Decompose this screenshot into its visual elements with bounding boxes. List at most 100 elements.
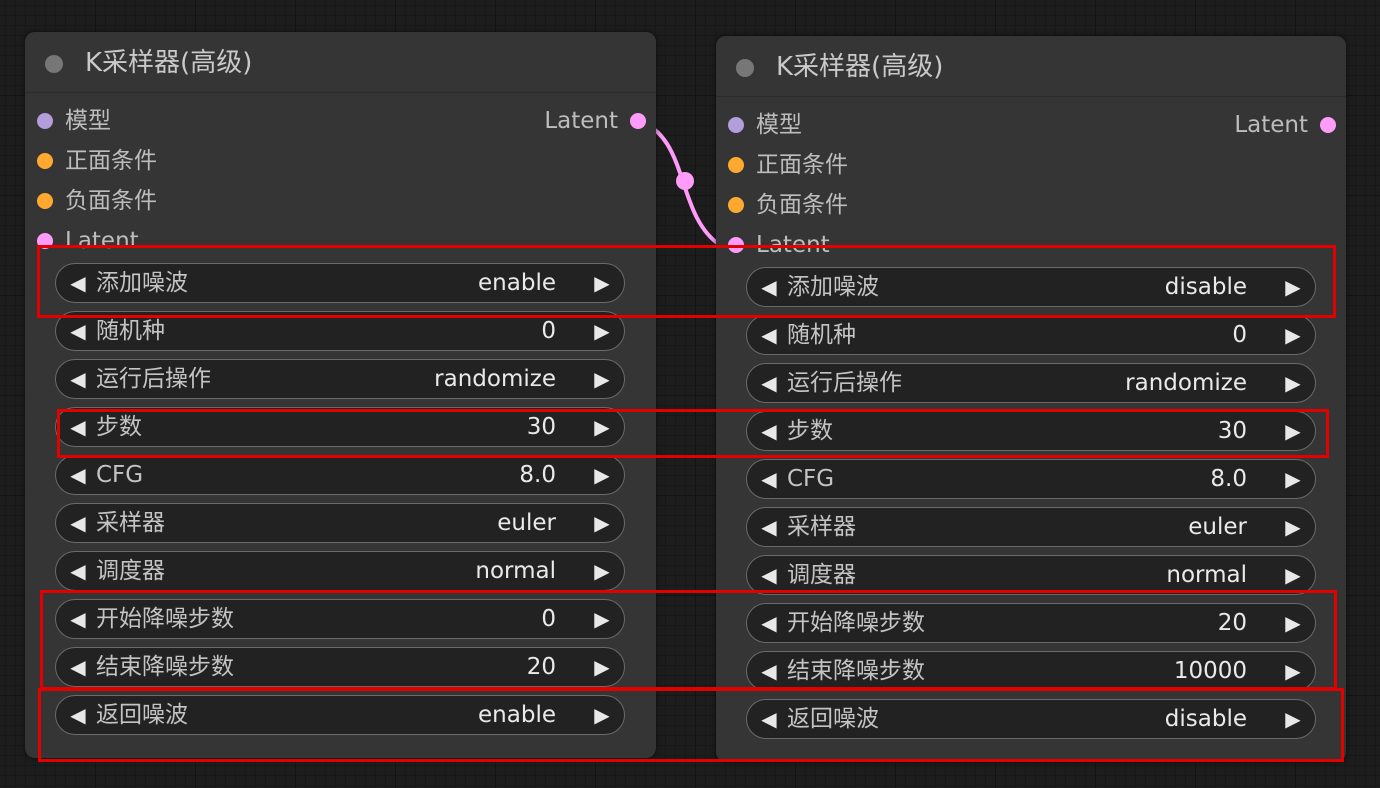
increment-arrow-icon[interactable]: ▶ xyxy=(1279,556,1307,594)
node-title: K采样器(高级) xyxy=(776,52,944,82)
conditioning-slot-dot-icon[interactable] xyxy=(37,153,53,169)
widget-label: 添加噪波 xyxy=(787,274,879,300)
increment-arrow-icon[interactable]: ▶ xyxy=(1279,508,1307,546)
increment-arrow-icon[interactable]: ▶ xyxy=(588,696,616,734)
widget-seed[interactable]: ◀ 随机种 0 ▶ xyxy=(55,311,625,351)
increment-arrow-icon[interactable]: ▶ xyxy=(588,360,616,398)
widget-label: 采样器 xyxy=(787,514,856,540)
decrement-arrow-icon[interactable]: ◀ xyxy=(755,316,783,354)
widget-start-step[interactable]: ◀ 开始降噪步数 0 ▶ xyxy=(55,599,625,639)
decrement-arrow-icon[interactable]: ◀ xyxy=(64,264,92,302)
decrement-arrow-icon[interactable]: ◀ xyxy=(755,268,783,306)
slot-label: Latent xyxy=(544,108,618,134)
latent-slot-dot-icon[interactable] xyxy=(37,233,53,249)
decrement-arrow-icon[interactable]: ◀ xyxy=(64,648,92,686)
ksampler-advanced-node-left[interactable]: K采样器(高级) 模型 Latent 正面条件 负面条件 Latent ◀ 添加… xyxy=(25,32,656,758)
node-title: K采样器(高级) xyxy=(85,48,253,78)
decrement-arrow-icon[interactable]: ◀ xyxy=(755,652,783,690)
widget-start-step[interactable]: ◀ 开始降噪步数 20 ▶ xyxy=(746,603,1316,643)
latent-slot-dot-icon[interactable] xyxy=(630,113,646,129)
widget-steps[interactable]: ◀ 步数 30 ▶ xyxy=(55,407,625,447)
decrement-arrow-icon[interactable]: ◀ xyxy=(755,604,783,642)
widget-value: 0 xyxy=(1232,322,1247,348)
widget-value: euler xyxy=(497,510,556,536)
widget-cfg[interactable]: ◀ CFG 8.0 ▶ xyxy=(746,459,1316,499)
widget-seed[interactable]: ◀ 随机种 0 ▶ xyxy=(746,315,1316,355)
widget-label: 随机种 xyxy=(96,318,165,344)
increment-arrow-icon[interactable]: ▶ xyxy=(1279,652,1307,690)
increment-arrow-icon[interactable]: ▶ xyxy=(588,648,616,686)
decrement-arrow-icon[interactable]: ◀ xyxy=(64,456,92,494)
decrement-arrow-icon[interactable]: ◀ xyxy=(755,364,783,402)
widget-end-step[interactable]: ◀ 结束降噪步数 10000 ▶ xyxy=(746,651,1316,691)
increment-arrow-icon[interactable]: ▶ xyxy=(1279,460,1307,498)
widget-value: 20 xyxy=(1217,610,1247,636)
increment-arrow-icon[interactable]: ▶ xyxy=(588,504,616,542)
collapse-dot-icon[interactable] xyxy=(736,59,754,77)
slot-label: 负面条件 xyxy=(756,192,848,218)
widget-cfg[interactable]: ◀ CFG 8.0 ▶ xyxy=(55,455,625,495)
widget-scheduler[interactable]: ◀ 调度器 normal ▶ xyxy=(746,555,1316,595)
widget-value: disable xyxy=(1164,706,1247,732)
decrement-arrow-icon[interactable]: ◀ xyxy=(64,504,92,542)
ksampler-advanced-node-right[interactable]: K采样器(高级) 模型 Latent 正面条件 负面条件 Latent ◀ 添加… xyxy=(716,36,1346,762)
decrement-arrow-icon[interactable]: ◀ xyxy=(64,600,92,638)
widget-scheduler[interactable]: ◀ 调度器 normal ▶ xyxy=(55,551,625,591)
widget-label: 调度器 xyxy=(96,558,165,584)
widget-return-noise[interactable]: ◀ 返回噪波 disable ▶ xyxy=(746,699,1316,739)
widget-value: randomize xyxy=(1125,370,1247,396)
slot-label: 正面条件 xyxy=(756,152,848,178)
model-slot-dot-icon[interactable] xyxy=(37,113,53,129)
slot-label: Latent xyxy=(65,228,139,254)
increment-arrow-icon[interactable]: ▶ xyxy=(588,456,616,494)
conditioning-slot-dot-icon[interactable] xyxy=(728,157,744,173)
decrement-arrow-icon[interactable]: ◀ xyxy=(755,508,783,546)
widget-sampler[interactable]: ◀ 采样器 euler ▶ xyxy=(55,503,625,543)
increment-arrow-icon[interactable]: ▶ xyxy=(588,552,616,590)
decrement-arrow-icon[interactable]: ◀ xyxy=(64,312,92,350)
widget-control-after-generate[interactable]: ◀ 运行后操作 randomize ▶ xyxy=(55,359,625,399)
latent-slot-dot-icon[interactable] xyxy=(728,237,744,253)
widget-end-step[interactable]: ◀ 结束降噪步数 20 ▶ xyxy=(55,647,625,687)
widget-label: 采样器 xyxy=(96,510,165,536)
widget-label: 随机种 xyxy=(787,322,856,348)
widget-add-noise[interactable]: ◀ 添加噪波 enable ▶ xyxy=(55,263,625,303)
increment-arrow-icon[interactable]: ▶ xyxy=(588,408,616,446)
widget-add-noise[interactable]: ◀ 添加噪波 disable ▶ xyxy=(746,267,1316,307)
decrement-arrow-icon[interactable]: ◀ xyxy=(64,360,92,398)
collapse-dot-icon[interactable] xyxy=(45,55,63,73)
increment-arrow-icon[interactable]: ▶ xyxy=(1279,604,1307,642)
node-header[interactable]: K采样器(高级) xyxy=(716,36,1346,97)
widget-value: 30 xyxy=(526,414,556,440)
increment-arrow-icon[interactable]: ▶ xyxy=(1279,268,1307,306)
widget-value: normal xyxy=(1166,562,1247,588)
widget-value: enable xyxy=(478,270,556,296)
model-slot-dot-icon[interactable] xyxy=(728,117,744,133)
increment-arrow-icon[interactable]: ▶ xyxy=(1279,316,1307,354)
decrement-arrow-icon[interactable]: ◀ xyxy=(755,700,783,738)
decrement-arrow-icon[interactable]: ◀ xyxy=(755,460,783,498)
increment-arrow-icon[interactable]: ▶ xyxy=(588,600,616,638)
increment-arrow-icon[interactable]: ▶ xyxy=(1279,700,1307,738)
decrement-arrow-icon[interactable]: ◀ xyxy=(64,696,92,734)
slot-label: 模型 xyxy=(65,108,111,134)
decrement-arrow-icon[interactable]: ◀ xyxy=(755,556,783,594)
widget-steps[interactable]: ◀ 步数 30 ▶ xyxy=(746,411,1316,451)
widget-sampler[interactable]: ◀ 采样器 euler ▶ xyxy=(746,507,1316,547)
widget-return-noise[interactable]: ◀ 返回噪波 enable ▶ xyxy=(55,695,625,735)
decrement-arrow-icon[interactable]: ◀ xyxy=(64,408,92,446)
decrement-arrow-icon[interactable]: ◀ xyxy=(755,412,783,450)
increment-arrow-icon[interactable]: ▶ xyxy=(1279,412,1307,450)
conditioning-slot-dot-icon[interactable] xyxy=(37,193,53,209)
node-header[interactable]: K采样器(高级) xyxy=(25,32,656,93)
widget-control-after-generate[interactable]: ◀ 运行后操作 randomize ▶ xyxy=(746,363,1316,403)
increment-arrow-icon[interactable]: ▶ xyxy=(588,312,616,350)
conditioning-slot-dot-icon[interactable] xyxy=(728,197,744,213)
widget-value: 0 xyxy=(541,606,556,632)
increment-arrow-icon[interactable]: ▶ xyxy=(588,264,616,302)
decrement-arrow-icon[interactable]: ◀ xyxy=(64,552,92,590)
increment-arrow-icon[interactable]: ▶ xyxy=(1279,364,1307,402)
widget-label: 结束降噪步数 xyxy=(787,658,925,684)
latent-slot-dot-icon[interactable] xyxy=(1320,117,1336,133)
widget-value: 10000 xyxy=(1173,658,1247,684)
